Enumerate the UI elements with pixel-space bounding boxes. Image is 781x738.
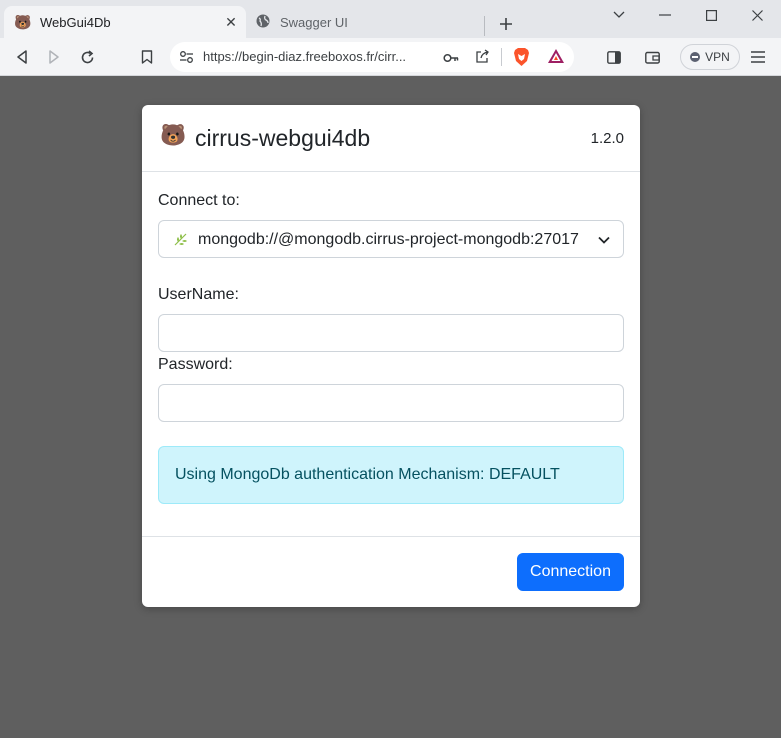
password-input[interactable] [158,384,624,422]
browser-toolbar: https://begin-diaz.freeboxos.fr/cirr... … [0,38,781,76]
maximize-icon[interactable] [696,4,726,26]
minimize-icon[interactable] [650,4,680,26]
chevron-down-icon [597,233,611,247]
username-input[interactable] [158,314,624,352]
tab-separator [484,16,485,36]
brave-rewards-icon[interactable] [547,48,565,69]
tab-title: Swagger UI [280,14,348,30]
new-tab-button[interactable] [494,12,518,36]
dialog-footer: Connection [142,536,640,607]
connection-select-value: mongodb://@mongodb.cirrus-project-mongod… [198,231,579,248]
close-tab-icon[interactable]: ✕ [220,11,242,33]
sidebar-icon[interactable] [601,44,627,70]
alert-text: Using MongoDb authentication Mechanism: … [175,466,560,483]
wallet-icon[interactable] [639,44,665,70]
close-window-icon[interactable] [742,4,772,26]
address-bar[interactable]: https://begin-diaz.freeboxos.fr/cirr... [170,42,574,72]
tab-search-icon[interactable] [604,4,634,26]
page-backdrop: 🐻 cirrus-webgui4db 1.2.0 Connect to: mon… [0,76,781,738]
reload-icon[interactable] [74,44,100,70]
bear-logo-icon: 🐻 [160,124,187,147]
vpn-status-icon [690,52,701,62]
share-icon[interactable] [475,49,490,69]
address-bar-divider [501,48,502,66]
forward-icon[interactable] [41,44,67,70]
tab-swagger-ui[interactable]: Swagger UI [248,6,484,38]
login-dialog: 🐻 cirrus-webgui4db 1.2.0 Connect to: mon… [142,105,640,607]
tab-webgui4db[interactable]: 🐻 WebGui4Db ✕ [4,6,246,38]
username-label: UserName: [158,286,239,303]
bear-icon: 🐻 [14,14,32,30]
dialog-header: 🐻 cirrus-webgui4db 1.2.0 [142,105,640,172]
url-text: https://begin-diaz.freeboxos.fr/cirr... [203,49,407,64]
auth-mechanism-alert: Using MongoDb authentication Mechanism: … [158,446,624,504]
tab-strip: 🐻 WebGui4Db ✕ Swagger UI [0,0,781,38]
connect-to-label: Connect to: [158,192,240,209]
app-title: cirrus-webgui4db [195,125,371,151]
key-icon[interactable] [443,51,459,69]
globe-icon [254,14,272,30]
connection-select[interactable]: mongodb://@mongodb.cirrus-project-mongod… [158,220,624,258]
brave-shields-icon[interactable] [513,47,530,72]
menu-icon[interactable] [745,44,771,70]
connection-button[interactable]: Connection [517,553,624,591]
tab-title: WebGui4Db [40,14,111,30]
back-icon[interactable] [9,44,35,70]
password-label: Password: [158,356,233,373]
browser-chrome: 🐻 WebGui4Db ✕ Swagger UI https://begin-d… [0,0,781,76]
bookmark-icon[interactable] [134,44,160,70]
vpn-label: VPN [705,50,730,64]
app-version: 1.2.0 [590,130,624,147]
vpn-button[interactable]: VPN [680,44,740,70]
mongodb-leaf-icon [173,231,189,247]
site-settings-icon[interactable] [179,50,194,69]
